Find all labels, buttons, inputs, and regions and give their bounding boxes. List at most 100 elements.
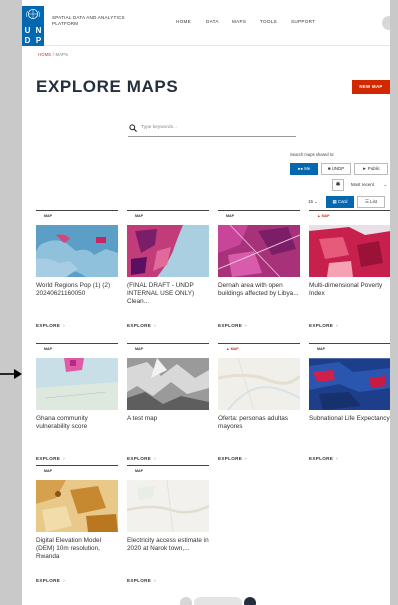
shared-filter-label: Search maps shared to: xyxy=(290,152,335,157)
card-type-label: MAP xyxy=(321,214,330,218)
map-thumbnail[interactable] xyxy=(36,480,118,532)
card-title[interactable]: World Regions Pop (1) (2) 20240621160050 xyxy=(36,282,118,298)
logo-letter: N xyxy=(35,26,42,35)
chevron-right-icon: › xyxy=(154,456,156,461)
explore-label: EXPLORE xyxy=(36,578,61,583)
sort-select[interactable]: Most recent ⌄ xyxy=(346,179,390,191)
explore-label: EXPLORE xyxy=(36,456,61,461)
nav-support[interactable]: SUPPORT xyxy=(291,19,315,24)
explore-label: EXPLORE xyxy=(309,323,334,328)
map-thumbnail[interactable] xyxy=(127,480,209,532)
card-type-tag: MAP xyxy=(226,214,234,218)
map-thumbnail[interactable] xyxy=(36,358,118,410)
view-list-button[interactable]: ☰ List xyxy=(357,196,385,208)
card-title[interactable]: Multi-dimensional Poverty Index xyxy=(309,282,390,298)
card-type-tag: MAP xyxy=(44,469,52,473)
share-filter-label: UNDP xyxy=(331,166,345,171)
share-filter-public[interactable]: ► Public xyxy=(354,163,388,175)
explore-label: EXPLORE xyxy=(218,323,243,328)
map-thumbnail[interactable] xyxy=(218,358,300,410)
chevron-right-icon: › xyxy=(245,456,247,461)
pointer-arrow-icon xyxy=(0,367,22,379)
user-menu-button[interactable] xyxy=(382,16,390,30)
map-thumbnail[interactable] xyxy=(218,225,300,277)
card-type-tag: MAP xyxy=(44,347,52,351)
sort-icon: ✱ xyxy=(335,182,341,188)
card-title[interactable]: Dernah area with open buildings affected… xyxy=(218,282,300,298)
view-card-button[interactable]: ▦ Card xyxy=(326,196,354,208)
chevron-down-icon: ⌄ xyxy=(383,182,387,187)
card-divider xyxy=(218,343,300,344)
card-title[interactable]: A test map xyxy=(127,415,209,423)
explore-link[interactable]: EXPLORE › xyxy=(36,578,65,583)
search-input[interactable]: Type keywords... xyxy=(141,125,177,130)
explore-link[interactable]: EXPLORE › xyxy=(36,323,65,328)
breadcrumb-home[interactable]: HOME xyxy=(38,52,51,57)
explore-link[interactable]: EXPLORE › xyxy=(309,456,338,461)
pagination-pages[interactable] xyxy=(194,597,242,605)
pagination-next[interactable] xyxy=(244,597,256,605)
nav-tools[interactable]: TOOLS xyxy=(260,19,277,24)
map-thumbnail[interactable] xyxy=(36,225,118,277)
chevron-right-icon: › xyxy=(63,456,65,461)
card-type-tag: ▲ MAP xyxy=(317,214,330,218)
share-filter-undp[interactable]: ■ UNDP xyxy=(321,163,351,175)
map-thumbnail[interactable] xyxy=(127,225,209,277)
explore-link[interactable]: EXPLORE › xyxy=(218,323,247,328)
undp-logo[interactable]: U N D P xyxy=(22,6,44,46)
map-thumbnail[interactable] xyxy=(309,225,390,277)
share-filter-me[interactable]: ●● Me xyxy=(290,163,318,175)
explore-link[interactable]: EXPLORE › xyxy=(218,456,247,461)
card-divider xyxy=(127,210,209,211)
breadcrumb-current: MAPS xyxy=(55,52,69,57)
map-thumbnail[interactable] xyxy=(127,358,209,410)
sort-value: Most recent xyxy=(351,182,374,187)
search-icon xyxy=(129,124,137,132)
logo-letter: U xyxy=(24,26,31,35)
per-page-select[interactable]: 15 ⌄ xyxy=(304,196,322,208)
map-thumbnail[interactable] xyxy=(309,358,390,410)
chevron-right-icon: › xyxy=(336,456,338,461)
card-title[interactable]: Digital Elevation Model (DEM) 10m resolu… xyxy=(36,537,118,562)
card-divider xyxy=(127,465,209,466)
view-label: Card xyxy=(337,199,348,204)
card-title[interactable]: (FINAL DRAFT - UNDP INTERNAL USE ONLY) C… xyxy=(127,282,209,307)
pagination xyxy=(180,597,258,605)
nav-maps[interactable]: MAPS xyxy=(232,19,246,24)
pagination-previous[interactable] xyxy=(180,597,192,605)
explore-label: EXPLORE xyxy=(309,456,334,461)
page: U N D P SPATIAL DATA AND ANALYTICS PLATF… xyxy=(22,0,390,605)
breadcrumb: HOME / MAPS xyxy=(38,52,68,57)
chevron-down-icon: ⌄ xyxy=(314,199,318,204)
card-type-tag: ▲ MAP xyxy=(226,347,239,351)
platform-name[interactable]: SPATIAL DATA AND ANALYTICS PLATFORM xyxy=(52,15,125,27)
card-title[interactable]: Ghana community vulnerability score xyxy=(36,415,118,431)
card-type-tag: MAP xyxy=(135,214,143,218)
explore-link[interactable]: EXPLORE › xyxy=(127,578,156,583)
share-filter-label: Public xyxy=(367,166,380,171)
explore-link[interactable]: EXPLORE › xyxy=(127,456,156,461)
search-bar[interactable]: Type keywords... xyxy=(128,121,296,137)
explore-link[interactable]: EXPLORE › xyxy=(309,323,338,328)
explore-link[interactable]: EXPLORE › xyxy=(127,323,156,328)
logo-letter: D xyxy=(24,36,31,45)
card-type-tag: MAP xyxy=(135,347,143,351)
card-type-label: MAP xyxy=(230,347,239,351)
nav-home[interactable]: HOME xyxy=(176,19,191,24)
card-type-tag: MAP xyxy=(44,214,52,218)
card-title[interactable]: Oferta: personas adultas mayores xyxy=(218,415,300,431)
per-page-value: 15 xyxy=(308,199,313,204)
breadcrumb-separator: / xyxy=(52,52,55,57)
card-title[interactable]: Subnational Life Expectancy xyxy=(309,415,390,423)
sort-direction-button[interactable]: ✱ xyxy=(332,179,344,191)
chevron-right-icon: › xyxy=(154,578,156,583)
share-filter-label: Me xyxy=(304,166,311,171)
explore-label: EXPLORE xyxy=(127,578,152,583)
explore-link[interactable]: EXPLORE › xyxy=(36,456,65,461)
card-type-tag: MAP xyxy=(317,347,325,351)
new-map-button[interactable]: NEW MAP xyxy=(352,80,390,94)
card-title[interactable]: Electricity access estimate in 2020 at N… xyxy=(127,537,209,553)
chevron-right-icon: › xyxy=(63,323,65,328)
card-divider xyxy=(218,210,300,211)
nav-data[interactable]: DATA xyxy=(206,19,219,24)
